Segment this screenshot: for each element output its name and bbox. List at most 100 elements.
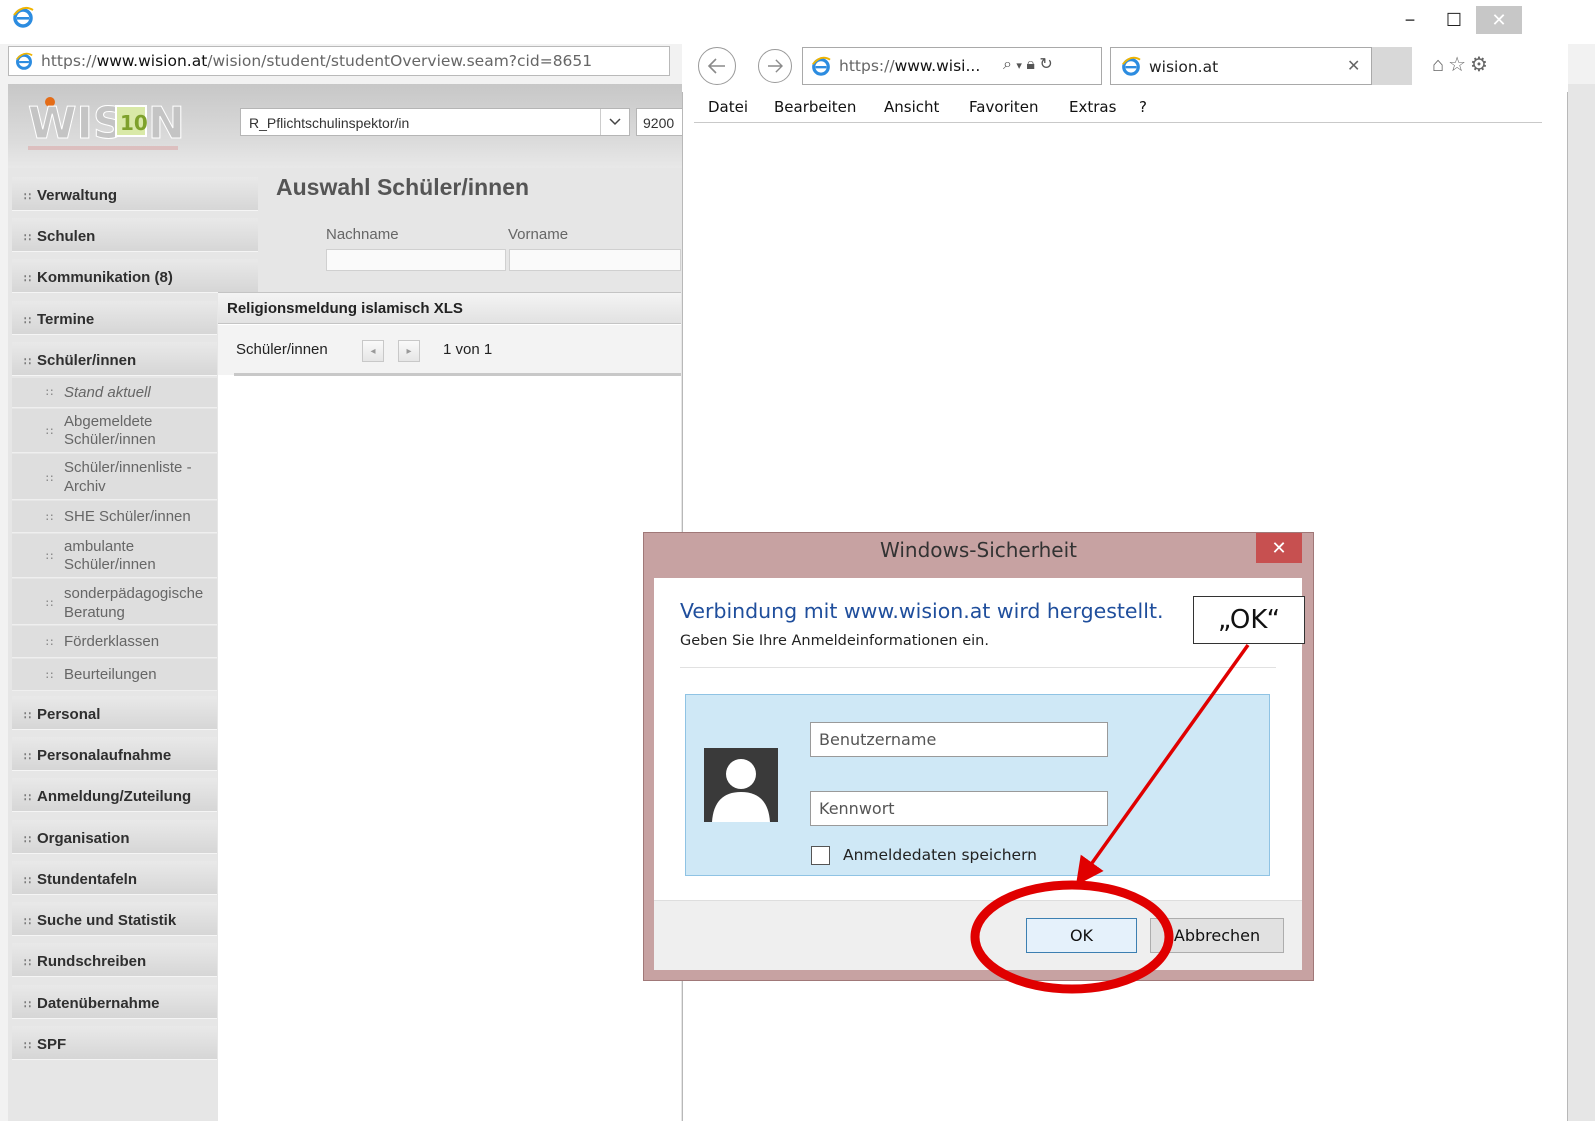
sidebar-item-spf[interactable]: ∷ SPF bbox=[12, 1026, 217, 1060]
arrow-left-icon bbox=[707, 58, 725, 74]
chevron-left-icon: ◂ bbox=[370, 345, 376, 357]
foreground-address-bar[interactable]: https://www.wisi... ⌕ ▾ 🔒︎ ↻ bbox=[802, 47, 1102, 85]
refresh-icon[interactable]: ↻ bbox=[1039, 56, 1052, 73]
sidebar-subitem-beratung[interactable]: ∷ sonderpädagogische Beratung bbox=[12, 579, 217, 625]
sidebar-subitem-archiv[interactable]: ∷ Schüler/innenliste - Archiv bbox=[12, 454, 217, 500]
sidebar-item-suche-statistik[interactable]: ∷ Suche und Statistik bbox=[12, 902, 217, 936]
bullet-icon: ∷ bbox=[46, 426, 53, 438]
sidebar-item-kommunikation[interactable]: ∷ Kommunikation (8) bbox=[12, 259, 258, 293]
menu-extras[interactable]: Extras bbox=[1069, 98, 1116, 116]
sidebar-item-stundentafeln[interactable]: ∷ Stundentafeln bbox=[12, 861, 217, 895]
bullet-icon: ∷ bbox=[46, 512, 53, 524]
lock-icon[interactable]: 🔒︎ bbox=[1026, 56, 1035, 73]
sidebar-subitem-label: ambulante bbox=[64, 538, 135, 555]
dialog-divider bbox=[680, 667, 1276, 668]
xls-panel-title: Religionsmeldung islamisch XLS bbox=[227, 300, 463, 317]
tab-title: wision.at bbox=[1149, 58, 1219, 76]
favorites-star-icon[interactable]: ☆ bbox=[1448, 54, 1470, 76]
dialog-subheading: Geben Sie Ihre Anmeldeinformationen ein. bbox=[680, 633, 989, 649]
bullet-icon: ∷ bbox=[24, 710, 31, 722]
role-select[interactable]: R_Pflichtschulinspektor/in bbox=[240, 108, 630, 136]
menu-bearbeiten[interactable]: Bearbeiten bbox=[774, 98, 856, 116]
firstname-label: Vorname bbox=[508, 226, 569, 243]
lastname-input[interactable] bbox=[326, 249, 506, 271]
sidebar-item-schueler[interactable]: ∷ Schüler/innen bbox=[12, 342, 217, 376]
menu-bar: Datei Bearbeiten Ansicht Favoriten Extra… bbox=[694, 94, 1542, 123]
school-number-field[interactable]: 9200 bbox=[636, 108, 686, 136]
firstname-input[interactable] bbox=[509, 249, 681, 271]
menu-help[interactable]: ? bbox=[1139, 98, 1147, 116]
dialog-heading: Verbindung mit www.wision.at wird herges… bbox=[680, 599, 1164, 623]
maximize-button[interactable]: ☐ bbox=[1434, 6, 1474, 34]
sidebar-item-verwaltung[interactable]: ∷ Verwaltung bbox=[12, 177, 258, 211]
sidebar-item-label: Schüler/innen bbox=[37, 352, 137, 369]
sidebar-subitem-foerderklassen[interactable]: ∷ Förderklassen bbox=[12, 626, 217, 658]
pager-status: 1 von 1 bbox=[443, 341, 493, 358]
dialog-close-button[interactable]: ✕ bbox=[1256, 533, 1302, 563]
browser-tab-wision[interactable]: wision.at ✕ bbox=[1110, 47, 1372, 85]
sidebar-item-label: SPF bbox=[37, 1036, 67, 1053]
search-icon[interactable]: ⌕ bbox=[1003, 56, 1012, 73]
sidebar-item-organisation[interactable]: ∷ Organisation bbox=[12, 820, 217, 854]
bullet-icon: ∷ bbox=[24, 1040, 31, 1052]
menu-favoriten[interactable]: Favoriten bbox=[969, 98, 1038, 116]
sidebar-subitem-label: Beurteilungen bbox=[64, 666, 157, 683]
sidebar-subitem-label-line2: Archiv bbox=[64, 478, 106, 495]
sidebar-item-label: Verwaltung bbox=[37, 187, 118, 204]
svg-text:N: N bbox=[148, 98, 185, 149]
bullet-icon: ∷ bbox=[46, 387, 53, 399]
sidebar-subitem-beurteilungen[interactable]: ∷ Beurteilungen bbox=[12, 659, 217, 691]
bullet-icon: ∷ bbox=[24, 916, 31, 928]
sidebar-item-schulen[interactable]: ∷ Schulen bbox=[12, 218, 258, 252]
window-close-button[interactable]: ✕ bbox=[1476, 6, 1522, 34]
remember-credentials-label: Anmeldedaten speichern bbox=[843, 846, 1038, 864]
sidebar-subitem-label: Schüler/innenliste - bbox=[64, 459, 192, 476]
username-input[interactable] bbox=[810, 722, 1108, 757]
gear-icon[interactable]: ⚙ bbox=[1470, 54, 1492, 76]
sidebar-item-label: Termine bbox=[37, 311, 95, 328]
sidebar-item-label: Suche und Statistik bbox=[37, 912, 177, 929]
password-input[interactable] bbox=[810, 791, 1108, 826]
tab-close-icon[interactable]: ✕ bbox=[1347, 56, 1360, 76]
minimize-button[interactable]: − bbox=[1390, 6, 1430, 34]
chevron-down-icon[interactable] bbox=[600, 109, 629, 135]
bullet-icon: ∷ bbox=[46, 551, 53, 563]
lastname-label: Nachname bbox=[326, 226, 399, 243]
sidebar-item-anmeldung[interactable]: ∷ Anmeldung/Zuteilung bbox=[12, 778, 217, 812]
pager-next-button[interactable]: ▸ bbox=[398, 340, 420, 362]
background-url-text: https://www.wision.at/wision/student/stu… bbox=[41, 52, 592, 70]
sidebar-subitem-abgemeldete[interactable]: ∷ Abgemeldete Schüler/innen bbox=[12, 409, 217, 453]
cancel-button[interactable]: Abbrechen bbox=[1150, 918, 1284, 953]
sidebar-subitem-she[interactable]: ∷ SHE Schüler/innen bbox=[12, 501, 217, 533]
sidebar-subitem-label: SHE Schüler/innen bbox=[64, 508, 191, 525]
back-button[interactable] bbox=[698, 47, 736, 85]
ok-button[interactable]: OK bbox=[1026, 918, 1137, 953]
bullet-icon: ∷ bbox=[24, 273, 31, 285]
browser-toolbar-icons: ⌂☆⚙ bbox=[1432, 52, 1492, 77]
menu-ansicht[interactable]: Ansicht bbox=[884, 98, 939, 116]
bullet-icon: ∷ bbox=[46, 670, 53, 682]
dialog-title: Windows-Sicherheit bbox=[880, 538, 1077, 562]
sidebar-item-label: Personalaufnahme bbox=[37, 747, 172, 764]
sidebar-subitem-stand-aktuell[interactable]: ∷ Stand aktuell bbox=[12, 378, 217, 408]
sidebar-item-rundschreiben[interactable]: ∷ Rundschreiben bbox=[12, 943, 217, 977]
sidebar-item-personalaufnahme[interactable]: ∷ Personalaufnahme bbox=[12, 737, 217, 771]
remember-credentials-checkbox[interactable] bbox=[811, 846, 830, 865]
forward-button[interactable] bbox=[758, 49, 792, 83]
url-host: www.wisi... bbox=[894, 57, 981, 75]
menu-datei[interactable]: Datei bbox=[708, 98, 748, 116]
sidebar-item-datenuebernahme[interactable]: ∷ Datenübernahme bbox=[12, 985, 217, 1019]
minimize-icon: − bbox=[1404, 9, 1416, 30]
url-scheme: https:// bbox=[839, 57, 895, 75]
page-title: Auswahl Schüler/innen bbox=[276, 174, 530, 200]
sidebar-item-personal[interactable]: ∷ Personal bbox=[12, 696, 217, 730]
home-icon[interactable]: ⌂ bbox=[1432, 54, 1448, 76]
background-address-bar[interactable]: https://www.wision.at/wision/student/stu… bbox=[8, 46, 670, 76]
dropdown-arrow-icon[interactable]: ▾ bbox=[1016, 60, 1022, 72]
sidebar-subitem-ambulante[interactable]: ∷ ambulante Schüler/innen bbox=[12, 534, 217, 578]
new-tab-button[interactable] bbox=[1372, 47, 1412, 85]
sidebar-subitem-label: Förderklassen bbox=[64, 633, 160, 650]
pager-prev-button[interactable]: ◂ bbox=[362, 340, 384, 362]
sidebar-item-termine[interactable]: ∷ Termine bbox=[12, 301, 217, 335]
sidebar-item-label: Anmeldung/Zuteilung bbox=[37, 788, 192, 805]
